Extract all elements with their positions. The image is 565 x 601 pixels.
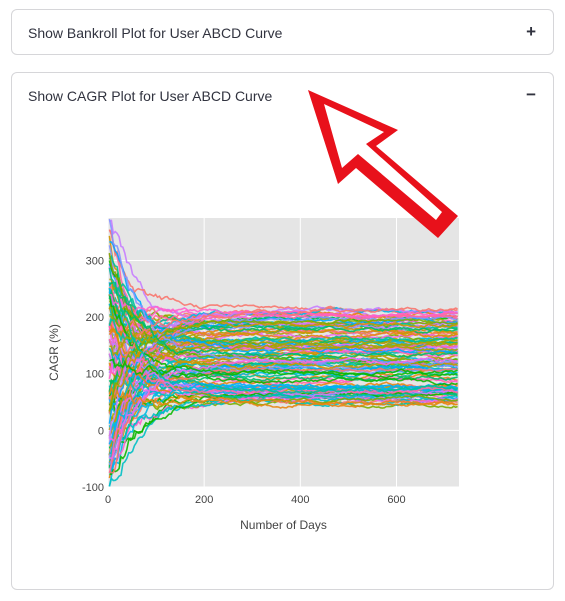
y-tick-label: 300 <box>86 255 104 267</box>
y-tick-label: -100 <box>82 482 104 494</box>
cagr-plot-expander-header[interactable]: Show CAGR Plot for User ABCD Curve − <box>12 73 553 119</box>
bankroll-plot-expander[interactable]: Show Bankroll Plot for User ABCD Curve + <box>11 9 554 55</box>
bankroll-plot-expander-header[interactable]: Show Bankroll Plot for User ABCD Curve + <box>12 10 553 56</box>
red-arrow-icon-inner <box>324 104 442 220</box>
plot-area: 0 200 400 600-1000100200300 <box>82 218 459 506</box>
y-tick-label: 100 <box>86 369 104 381</box>
red-arrow-icon <box>308 90 458 238</box>
collapse-minus-icon[interactable]: − <box>526 85 536 105</box>
cagr-chart: 0 200 400 600-1000100200300 CAGR (%) Number… <box>47 218 459 532</box>
y-tick-label: 0 <box>98 425 104 437</box>
bankroll-plot-expander-title: Show Bankroll Plot for User ABCD Curve <box>28 25 283 41</box>
expand-plus-icon[interactable]: + <box>526 22 536 42</box>
cagr-plot-expander-title: Show CAGR Plot for User ABCD Curve <box>28 88 273 104</box>
y-axis-label: CAGR (%) <box>47 324 61 381</box>
x-tick-label: 200 <box>195 494 213 506</box>
x-tick-label: 600 <box>387 494 405 506</box>
x-tick-label: 0 <box>105 494 111 506</box>
x-tick-label: 400 <box>291 494 309 506</box>
y-tick-label: 200 <box>86 312 104 324</box>
x-axis-label: Number of Days <box>240 518 327 532</box>
